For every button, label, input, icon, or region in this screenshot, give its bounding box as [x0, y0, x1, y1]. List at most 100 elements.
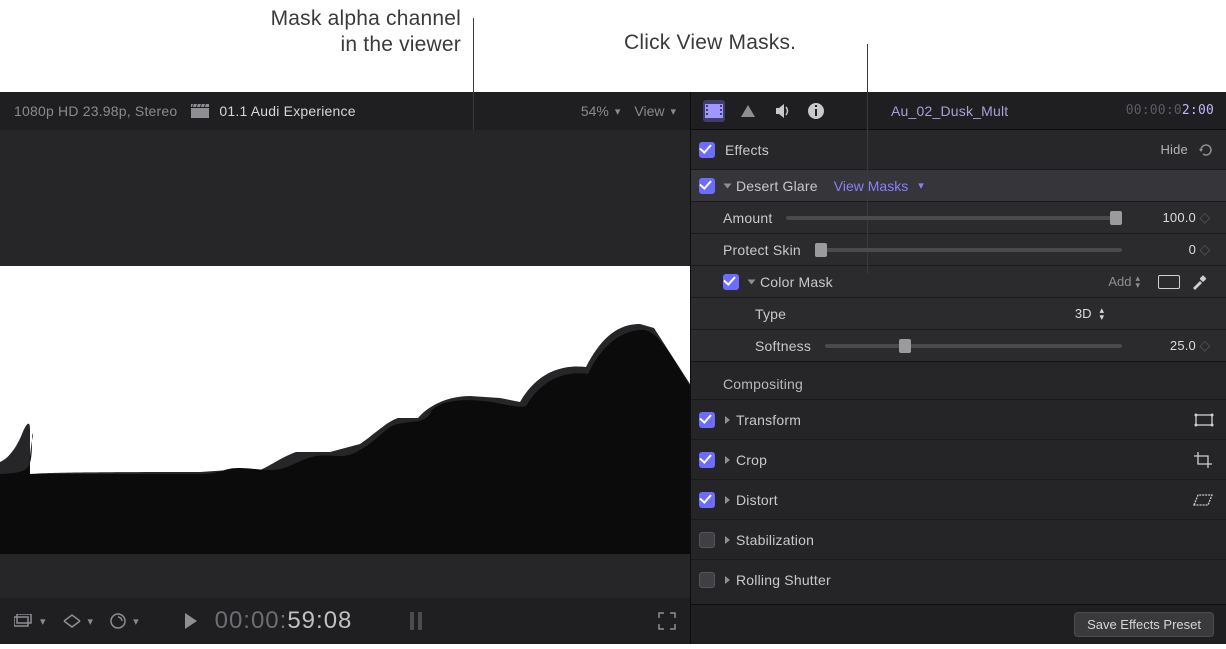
protect-skin-slider[interactable] — [815, 248, 1122, 252]
transform-label: Transform — [736, 412, 801, 428]
stabilization-label: Stabilization — [736, 532, 814, 548]
retime-menu[interactable]: ▾ — [109, 612, 139, 630]
param-protect-skin-row: Protect Skin 0 ◇ — [691, 234, 1226, 266]
inspector-tabs: Au_02_Dusk_Mult 00:00:02:00 — [691, 92, 1226, 130]
viewer-canvas[interactable] — [0, 130, 690, 598]
amount-slider[interactable] — [786, 216, 1122, 220]
clip-timecode: 00:00:02:00 — [1126, 103, 1214, 118]
distort-icon[interactable] — [1192, 493, 1214, 507]
video-inspector-tab[interactable] — [703, 100, 725, 122]
stabilization-row[interactable]: Stabilization — [691, 520, 1226, 560]
disclosure-triangle-icon[interactable] — [748, 279, 756, 284]
softness-value[interactable]: 25.0 — [1136, 338, 1196, 353]
view-menu[interactable]: View▾ — [634, 103, 676, 119]
audio-inspector-tab[interactable] — [771, 100, 793, 122]
color-mask-checkbox[interactable] — [723, 274, 739, 290]
app-window: 1080p HD 23.98p, Stereo 01.1 Audi Experi… — [0, 92, 1226, 644]
type-menu[interactable]: 3D ▴▾ — [1075, 306, 1104, 321]
stabilization-checkbox[interactable] — [699, 532, 715, 548]
up-down-icon: ▴▾ — [1099, 307, 1104, 321]
timecode-prefix: 00:00: — [215, 607, 288, 634]
protect-skin-value[interactable]: 0 — [1136, 242, 1196, 257]
fullscreen-button[interactable] — [658, 612, 676, 630]
rolling-shutter-row[interactable]: Rolling Shutter — [691, 560, 1226, 600]
keyframe-icon[interactable]: ◇ — [1196, 209, 1214, 226]
clapper-icon — [191, 104, 209, 118]
color-mask-label: Color Mask — [760, 274, 833, 290]
annotation-area: Mask alpha channelin the viewer Click Vi… — [0, 0, 1226, 92]
disclosure-triangle-icon[interactable] — [724, 183, 732, 188]
clip-appearance-menu[interactable]: ▾ — [14, 614, 46, 628]
param-type-row: Type 3D ▴▾ — [691, 298, 1226, 330]
chevron-down-icon: ▾ — [40, 615, 46, 628]
annotation-right: Click View Masks. — [624, 30, 864, 56]
amount-value[interactable]: 100.0 — [1136, 210, 1196, 225]
rolling-shutter-checkbox[interactable] — [699, 572, 715, 588]
desert-glare-checkbox[interactable] — [699, 178, 715, 194]
disclosure-triangle-icon[interactable] — [725, 536, 730, 544]
effects-menu[interactable]: ▾ — [62, 613, 94, 629]
timecode-display[interactable]: 00:00:59:08 — [215, 607, 353, 635]
param-protect-skin-label: Protect Skin — [699, 242, 801, 258]
crop-label: Crop — [736, 452, 767, 468]
info-inspector-tab[interactable] — [805, 100, 827, 122]
clip-format-label: 1080p HD 23.98p, Stereo — [14, 103, 177, 119]
crop-checkbox[interactable] — [699, 452, 715, 468]
chevron-down-icon: ▾ — [88, 615, 94, 628]
mask-view-button[interactable] — [1158, 275, 1180, 289]
crop-icon[interactable] — [1194, 452, 1214, 468]
project-title: 01.1 Audi Experience — [191, 103, 355, 119]
compositing-header-row: Compositing — [691, 368, 1226, 400]
view-masks-menu[interactable]: View Masks ▾ — [834, 178, 924, 194]
zoom-menu[interactable]: 54% ▾ — [581, 103, 621, 119]
transform-row[interactable]: Transform — [691, 400, 1226, 440]
chevron-down-icon: ▾ — [615, 105, 621, 118]
inspector-pane: Au_02_Dusk_Mult 00:00:02:00 Effects Hide… — [691, 92, 1226, 644]
save-effects-preset-button[interactable]: Save Effects Preset — [1074, 612, 1214, 637]
disclosure-triangle-icon[interactable] — [725, 576, 730, 584]
color-inspector-tab[interactable] — [737, 100, 759, 122]
chevron-down-icon: ▾ — [133, 615, 139, 628]
reset-icon[interactable] — [1198, 142, 1214, 158]
effect-desert-glare-row[interactable]: Desert Glare View Masks ▾ — [691, 170, 1226, 202]
inspector-footer: Save Effects Preset — [691, 604, 1226, 644]
type-label: Type — [699, 306, 786, 322]
annotation-left: Mask alpha channelin the viewer — [206, 6, 461, 59]
param-softness-row: Softness 25.0 ◇ — [691, 330, 1226, 362]
distort-row[interactable]: Distort — [691, 480, 1226, 520]
annotation-leader-right — [867, 44, 868, 274]
distort-checkbox[interactable] — [699, 492, 715, 508]
softness-label: Softness — [699, 338, 811, 354]
view-masks-label: View Masks — [834, 178, 908, 194]
distort-label: Distort — [736, 492, 778, 508]
transform-checkbox[interactable] — [699, 412, 715, 428]
disclosure-triangle-icon[interactable] — [725, 456, 730, 464]
view-menu-label: View — [634, 103, 664, 119]
zoom-value: 54% — [581, 103, 609, 119]
project-title-text: 01.1 Audi Experience — [219, 103, 355, 119]
crop-row[interactable]: Crop — [691, 440, 1226, 480]
effects-header-row: Effects Hide — [691, 130, 1226, 170]
audio-meter-icon — [404, 610, 432, 632]
keyframe-icon[interactable]: ◇ — [1196, 241, 1214, 258]
viewer-top-bar: 1080p HD 23.98p, Stereo 01.1 Audi Experi… — [0, 92, 690, 130]
inspector-body: Effects Hide Desert Glare View Masks ▾ A… — [691, 130, 1226, 604]
transform-icon[interactable] — [1194, 413, 1214, 427]
compositing-label: Compositing — [699, 376, 803, 392]
disclosure-triangle-icon[interactable] — [725, 416, 730, 424]
type-value: 3D — [1075, 306, 1092, 321]
effects-checkbox[interactable] — [699, 142, 715, 158]
color-mask-add-menu[interactable]: Add ▴▾ — [1108, 274, 1140, 289]
up-down-icon: ▴▾ — [1135, 275, 1140, 289]
disclosure-triangle-icon[interactable] — [725, 496, 730, 504]
mask-alpha-preview — [0, 174, 690, 554]
softness-slider[interactable] — [825, 344, 1122, 348]
keyframe-icon[interactable]: ◇ — [1196, 337, 1214, 354]
add-label: Add — [1108, 274, 1131, 289]
param-color-mask-row: Color Mask Add ▴▾ — [691, 266, 1226, 298]
param-amount-row: Amount 100.0 ◇ — [691, 202, 1226, 234]
eyedropper-button[interactable] — [1190, 273, 1208, 291]
play-button[interactable] — [185, 613, 199, 629]
param-amount-label: Amount — [699, 210, 772, 226]
hide-effects-button[interactable]: Hide — [1160, 142, 1188, 157]
